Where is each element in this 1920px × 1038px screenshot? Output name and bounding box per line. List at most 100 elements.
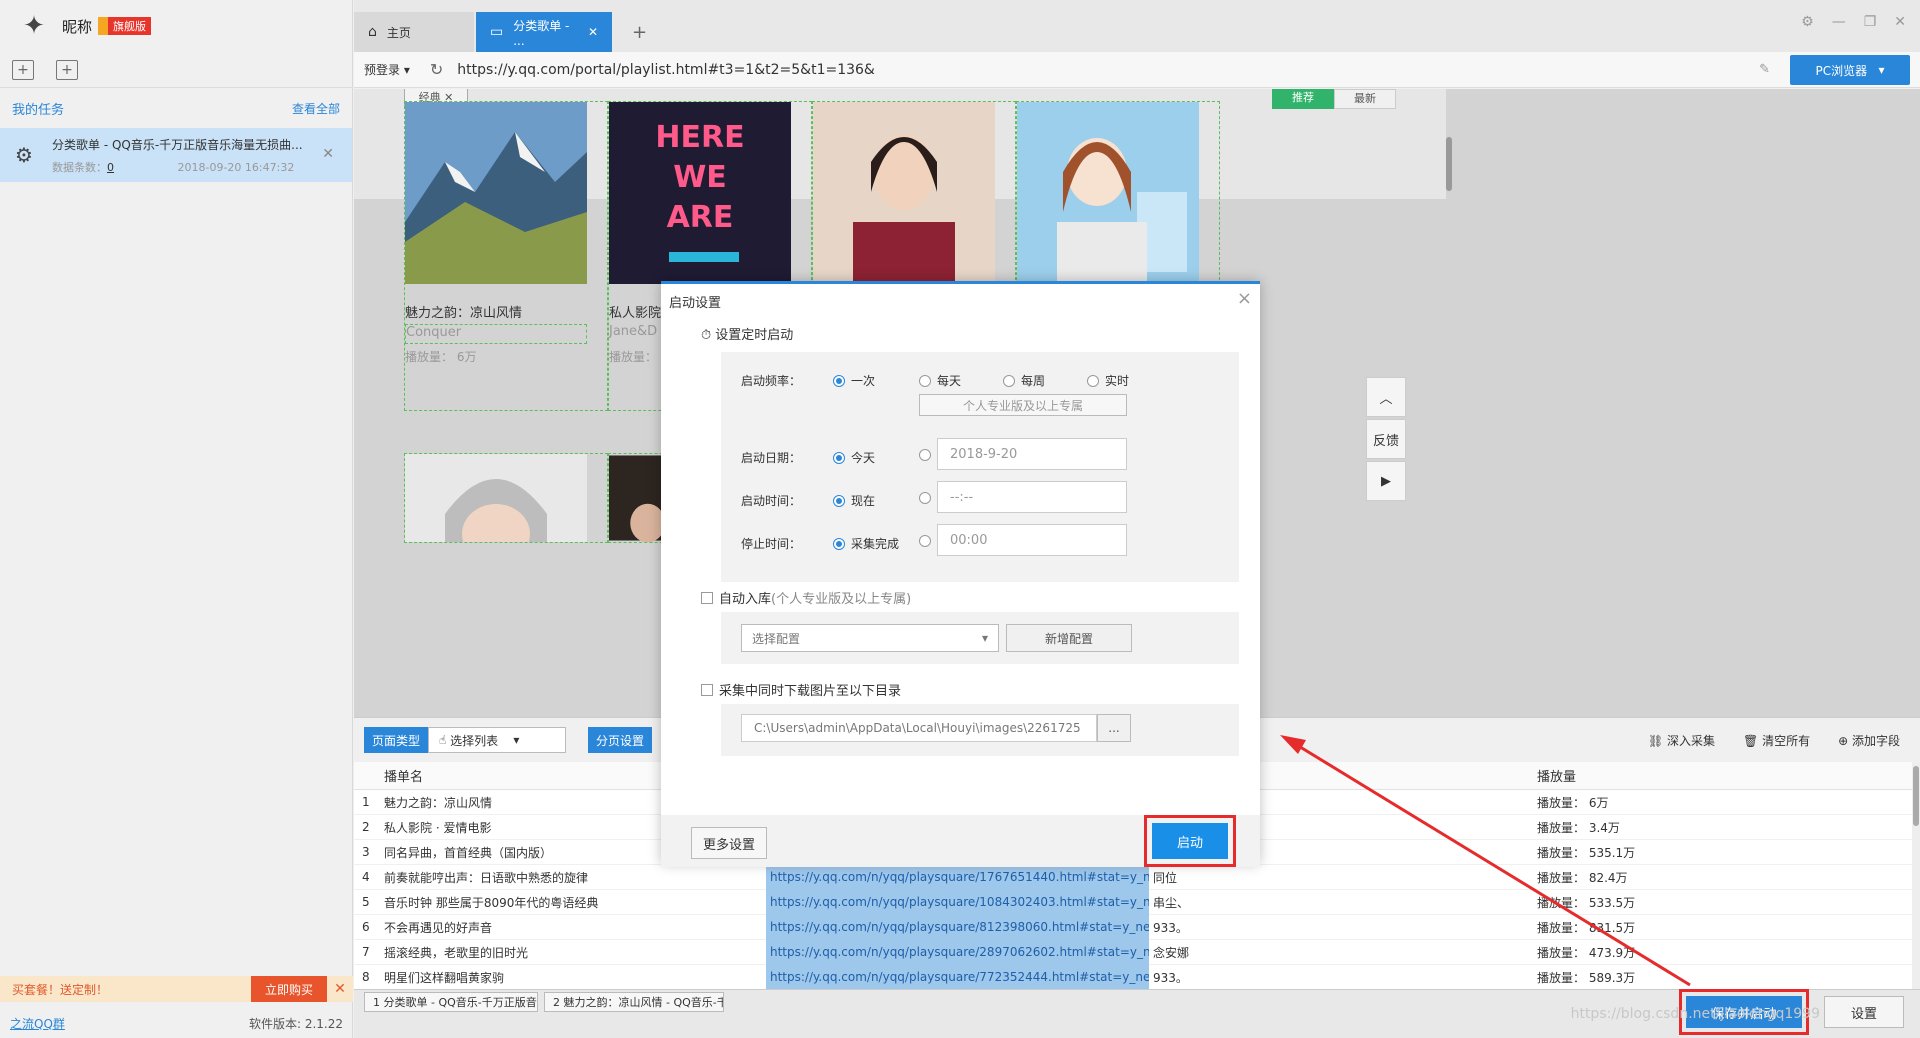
row-plays: 播放量： 3.4万 — [1537, 820, 1620, 835]
add-config-button[interactable]: 新增配置 — [1006, 624, 1132, 652]
row-name: 不会再遇见的好声音 — [384, 920, 493, 935]
minimize-icon[interactable]: — — [1832, 14, 1846, 30]
table-row[interactable]: 7 摇滚经典，老歌里的旧时光 https://y.qq.com/n/yqq/play… — [354, 939, 1920, 965]
playlist-card[interactable] — [404, 453, 608, 543]
row-link: https://y.qq.com/n/yqq/playsquare/176765… — [766, 864, 1149, 890]
row-link: https://y.qq.com/n/yqq/playsquare/772352… — [766, 964, 1149, 990]
image-path-field[interactable]: C:\Users\admin\AppData\Local\Houyi\image… — [741, 714, 1097, 742]
schedule-header: ⏱ 设置定时启动 — [701, 328, 794, 343]
frequency-weekly-radio[interactable]: 每周 — [1003, 372, 1045, 389]
download-images-checkbox[interactable]: 采集中同时下载图片至以下目录 — [701, 680, 901, 699]
left-sidebar: ✦ 昵称 旗舰版 + + 我的任务 查看全部 ⚙ 分类歌单 - QQ音乐-千万正… — [0, 0, 353, 1038]
select-config-dropdown[interactable]: 选择配置 ▾ — [741, 624, 999, 652]
task-item[interactable]: ⚙ 分类歌单 - QQ音乐-千万正版音乐海量无损曲... 数据条数：0 2018… — [0, 128, 352, 182]
frequency-realtime-radio[interactable]: 实时 — [1087, 372, 1129, 389]
cover-image — [813, 102, 995, 284]
home-icon: ⌂ — [368, 24, 377, 40]
row-author: 念安娜 — [1153, 945, 1190, 960]
task-count[interactable]: 0 — [107, 161, 114, 174]
playlist-card[interactable] — [608, 453, 668, 543]
tab-bar: ⌂ 主页 ▭ 分类歌单 - ... ✕ + ⚙ — ❐ ✕ — [354, 0, 1920, 52]
promo-text[interactable]: 买套餐！送定制！ — [0, 981, 251, 998]
row-name: 前奏就能哼出声：日语歌中熟悉的旋律 — [384, 870, 589, 885]
avatar[interactable]: ✦ — [16, 8, 52, 44]
row-index: 3 — [362, 845, 370, 859]
row-index: 2 — [362, 820, 370, 834]
browse-button[interactable]: ... — [1097, 714, 1131, 742]
tab-home[interactable]: ⌂ 主页 — [354, 12, 474, 52]
card-name[interactable]: 魅力之韵：凉山风情 — [405, 302, 522, 321]
start-button[interactable]: 启动 — [1144, 815, 1236, 867]
row-link: https://y.qq.com/n/yqq/playsquare/812398… — [766, 914, 1149, 940]
view-all-link[interactable]: 查看全部 — [292, 100, 340, 117]
pencil-icon[interactable]: ✎ — [1759, 62, 1770, 77]
frequency-daily-radio[interactable]: 每天 — [919, 372, 961, 389]
feedback-button[interactable]: 反馈 — [1366, 419, 1406, 459]
date-custom-radio[interactable] — [919, 449, 937, 461]
buy-now-button[interactable]: 立即购买 — [251, 976, 327, 1002]
new-tab-button[interactable]: + — [618, 12, 647, 52]
stop-on-complete-radio[interactable]: 采集完成 — [833, 535, 899, 552]
start-date-field[interactable]: 2018-9-20 — [937, 438, 1127, 470]
restore-icon[interactable]: ❐ — [1864, 14, 1877, 30]
reload-icon[interactable]: ↻ — [430, 60, 443, 79]
table-row[interactable]: 4 前奏就能哼出声：日语歌中熟悉的旋律 https://y.qq.com/n/yqq… — [354, 864, 1920, 890]
card-author[interactable]: Conquer — [405, 324, 587, 344]
task-tab[interactable]: 2 魅力之韵：凉山风情 - QQ音乐-千... ⊗ — [544, 992, 724, 1012]
paging-settings-label[interactable]: 分页设置 — [588, 727, 653, 753]
pc-browser-button[interactable]: PC浏览器 ▾ — [1790, 55, 1910, 85]
table-row[interactable]: 6 不会再遇见的好声音 https://y.qq.com/n/yqq/playsqu… — [354, 914, 1920, 940]
card-name[interactable]: 私人影院 — [609, 302, 661, 321]
task-count-label: 数据条数： — [52, 160, 107, 174]
tasks-header: 我的任务 查看全部 — [0, 88, 352, 128]
row-plays: 播放量： 6万 — [1537, 795, 1609, 810]
gear-icon[interactable]: ⚙ — [1801, 14, 1814, 30]
table-scrollbar[interactable] — [1912, 762, 1920, 990]
tab-playlist[interactable]: ▭ 分类歌单 - ... ✕ — [476, 12, 612, 52]
task-tab[interactable]: 1 分类歌单 - QQ音乐-千万正版音乐... — [364, 992, 538, 1012]
sort-hot-button[interactable]: 推荐 — [1272, 89, 1334, 109]
cover-image — [405, 102, 587, 284]
column-header[interactable]: 播放量 — [1533, 766, 1920, 785]
new-task-icon[interactable]: + — [12, 59, 34, 80]
more-settings-button[interactable]: 更多设置 — [691, 827, 767, 859]
play-video-icon[interactable]: ▶ — [1366, 461, 1406, 501]
url-field[interactable]: https://y.qq.com/portal/playlist.html#t3… — [457, 62, 875, 78]
page-scrollbar[interactable] — [1446, 137, 1452, 191]
auto-db-checkbox[interactable]: 自动入库 (个人专业版及以上专属) — [701, 588, 911, 607]
table-row[interactable]: 5 音乐时钟 那些属于8090年代的粤语经典 https://y.qq.com/n/… — [354, 889, 1920, 915]
stop-time-field[interactable]: 00:00 — [937, 524, 1127, 556]
date-today-radio[interactable]: 今天 — [833, 449, 875, 466]
robot-icon: ⚙ — [15, 143, 33, 167]
start-settings-dialog: 启动设置 × ⏱ 设置定时启动 启动频率： 一次 每天 每周 实时 个人专业版及… — [661, 281, 1260, 867]
row-index: 1 — [362, 795, 370, 809]
playlist-card[interactable]: 魅力之韵：凉山风情 Conquer 播放量： 6万 — [404, 101, 608, 411]
close-icon[interactable]: ✕ — [322, 146, 334, 162]
sort-new-button[interactable]: 最新 — [1334, 89, 1396, 109]
close-icon[interactable]: ✕ — [1894, 14, 1906, 30]
page-type-select[interactable]: ☝ 选择列表 ▾ — [428, 727, 567, 753]
frequency-once-radio[interactable]: 一次 — [833, 372, 875, 389]
add-field-button[interactable]: ⊕ 添加字段 — [1838, 732, 1900, 749]
nickname[interactable]: 昵称 — [62, 16, 92, 37]
deep-collect-button[interactable]: ⛓ 深入采集 — [1648, 732, 1715, 749]
close-icon[interactable]: ✕ — [327, 981, 353, 997]
pro-only-note: 个人专业版及以上专属 — [919, 394, 1127, 416]
close-icon[interactable]: ✕ — [588, 25, 598, 39]
task-info: 分类歌单 - QQ音乐-千万正版音乐海量无损曲... 数据条数：0 2018-0… — [52, 136, 303, 175]
page-type-label: 页面类型 — [364, 727, 429, 753]
start-time-field[interactable]: --:-- — [937, 481, 1127, 513]
pre-login-dropdown[interactable]: 预登录 ▾ — [364, 61, 410, 78]
chevron-up-icon[interactable]: ︿ — [1366, 377, 1406, 417]
svg-text:HERE: HERE — [655, 120, 744, 155]
time-custom-radio[interactable] — [919, 492, 937, 504]
row-author: 同位 — [1153, 870, 1178, 885]
time-now-radio[interactable]: 现在 — [833, 492, 875, 509]
close-icon[interactable]: × — [1237, 288, 1252, 309]
settings-button[interactable]: 设置 — [1824, 996, 1904, 1028]
table-row[interactable]: 8 明星们这样翻唱黄家驹 https://y.qq.com/n/yqq/playsq… — [354, 964, 1920, 990]
new-folder-icon[interactable]: + — [56, 59, 78, 80]
clear-all-button[interactable]: 🗑 清空所有 — [1743, 732, 1810, 749]
qq-group-link[interactable]: 之流QQ群 — [10, 1015, 65, 1032]
stop-custom-radio[interactable] — [919, 535, 937, 547]
